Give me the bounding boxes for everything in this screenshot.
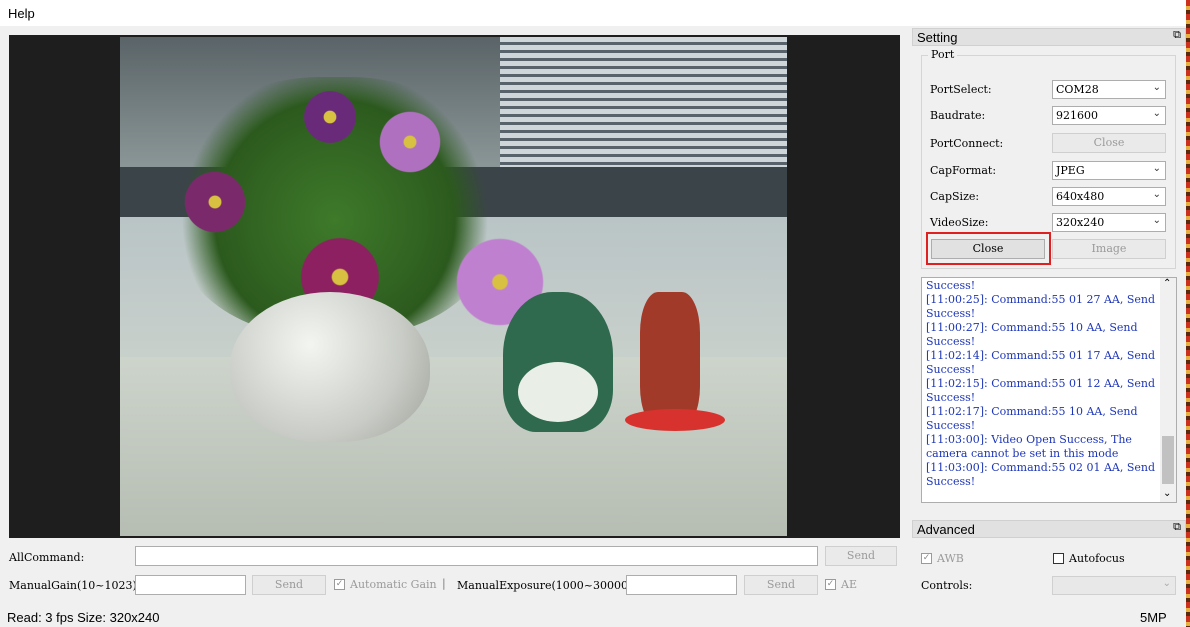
video-size-value: 320x240 bbox=[1056, 216, 1105, 229]
video-close-button[interactable]: Close bbox=[931, 239, 1045, 259]
baudrate-dropdown[interactable]: 921600 ⌄ bbox=[1052, 106, 1166, 125]
setting-dock-title: Setting ⧉ bbox=[912, 28, 1186, 46]
chevron-down-icon: ⌄ bbox=[1162, 578, 1171, 589]
chevron-down-icon: ⌄ bbox=[1152, 215, 1161, 226]
log-text: Success! [11:00:25]: Command:55 01 27 AA… bbox=[926, 279, 1156, 488]
advanced-title: Advanced bbox=[917, 522, 975, 537]
autofocus-checkbox[interactable] bbox=[1053, 553, 1064, 564]
port-close-button[interactable]: Close bbox=[1052, 133, 1166, 153]
chevron-down-icon: ⌄ bbox=[1152, 189, 1161, 200]
auto-gain-label: Automatic Gain bbox=[350, 578, 437, 591]
video-size-label: VideoSize: bbox=[930, 216, 989, 229]
cap-size-label: CapSize: bbox=[930, 190, 980, 203]
manual-exposure-label: ManualExposure(1000~30000): bbox=[457, 579, 636, 592]
awb-checkbox[interactable]: ✓ bbox=[921, 553, 932, 564]
scrollbar-thumb[interactable] bbox=[1162, 436, 1174, 484]
menu-help[interactable]: Help bbox=[8, 6, 35, 21]
port-connect-label: PortConnect: bbox=[930, 137, 1004, 150]
manual-gain-send-button[interactable]: Send bbox=[252, 575, 326, 595]
scroll-down-icon[interactable]: ⌄ bbox=[1163, 488, 1171, 499]
advanced-dock-title: Advanced ⧉ bbox=[912, 520, 1186, 538]
camera-preview bbox=[120, 37, 787, 536]
autofocus-label: Autofocus bbox=[1069, 552, 1125, 565]
manual-exposure-input[interactable] bbox=[626, 575, 737, 595]
menubar: Help bbox=[0, 0, 1186, 26]
manual-gain-input[interactable] bbox=[135, 575, 246, 595]
cap-size-value: 640x480 bbox=[1056, 190, 1105, 203]
log-scrollbar[interactable]: ⌃ ⌄ bbox=[1160, 278, 1176, 502]
separator: | bbox=[442, 577, 446, 590]
auto-gain-checkbox[interactable]: ✓ bbox=[334, 579, 345, 590]
log-output[interactable]: Success! [11:00:25]: Command:55 01 27 AA… bbox=[921, 277, 1177, 503]
float-icon[interactable]: ⧉ bbox=[1173, 29, 1181, 42]
scroll-up-icon[interactable]: ⌃ bbox=[1163, 278, 1171, 289]
port-select-dropdown[interactable]: COM28 ⌄ bbox=[1052, 80, 1166, 99]
baudrate-value: 921600 bbox=[1056, 109, 1098, 122]
resolution-badge: 5MP bbox=[1140, 610, 1167, 625]
chevron-down-icon: ⌄ bbox=[1152, 163, 1161, 174]
chevron-down-icon: ⌄ bbox=[1152, 82, 1161, 93]
desktop-edge bbox=[1186, 0, 1190, 627]
port-group-label: Port bbox=[928, 48, 958, 61]
video-size-dropdown[interactable]: 320x240 ⌄ bbox=[1052, 213, 1166, 232]
ae-checkbox[interactable]: ✓ bbox=[825, 579, 836, 590]
controls-dropdown[interactable]: ⌄ bbox=[1052, 576, 1176, 595]
cap-format-value: JPEG bbox=[1056, 164, 1085, 177]
chevron-down-icon: ⌄ bbox=[1152, 108, 1161, 119]
float-icon[interactable]: ⧉ bbox=[1173, 521, 1181, 534]
manual-gain-label: ManualGain(10~1023): bbox=[9, 579, 141, 592]
awb-label: AWB bbox=[937, 552, 964, 565]
controls-label: Controls: bbox=[921, 579, 973, 592]
ae-label: AE bbox=[841, 578, 857, 591]
setting-title: Setting bbox=[917, 30, 958, 45]
all-command-input[interactable] bbox=[135, 546, 818, 566]
all-command-send-button[interactable]: Send bbox=[825, 546, 897, 566]
cap-format-dropdown[interactable]: JPEG ⌄ bbox=[1052, 161, 1166, 180]
port-select-value: COM28 bbox=[1056, 83, 1099, 96]
all-command-label: AllCommand: bbox=[9, 551, 85, 564]
image-button[interactable]: Image bbox=[1052, 239, 1166, 259]
cap-format-label: CapFormat: bbox=[930, 164, 997, 177]
status-text: Read: 3 fps Size: 320x240 bbox=[7, 610, 160, 625]
baudrate-label: Baudrate: bbox=[930, 109, 986, 122]
manual-exposure-send-button[interactable]: Send bbox=[744, 575, 818, 595]
port-select-label: PortSelect: bbox=[930, 83, 992, 96]
cap-size-dropdown[interactable]: 640x480 ⌄ bbox=[1052, 187, 1166, 206]
